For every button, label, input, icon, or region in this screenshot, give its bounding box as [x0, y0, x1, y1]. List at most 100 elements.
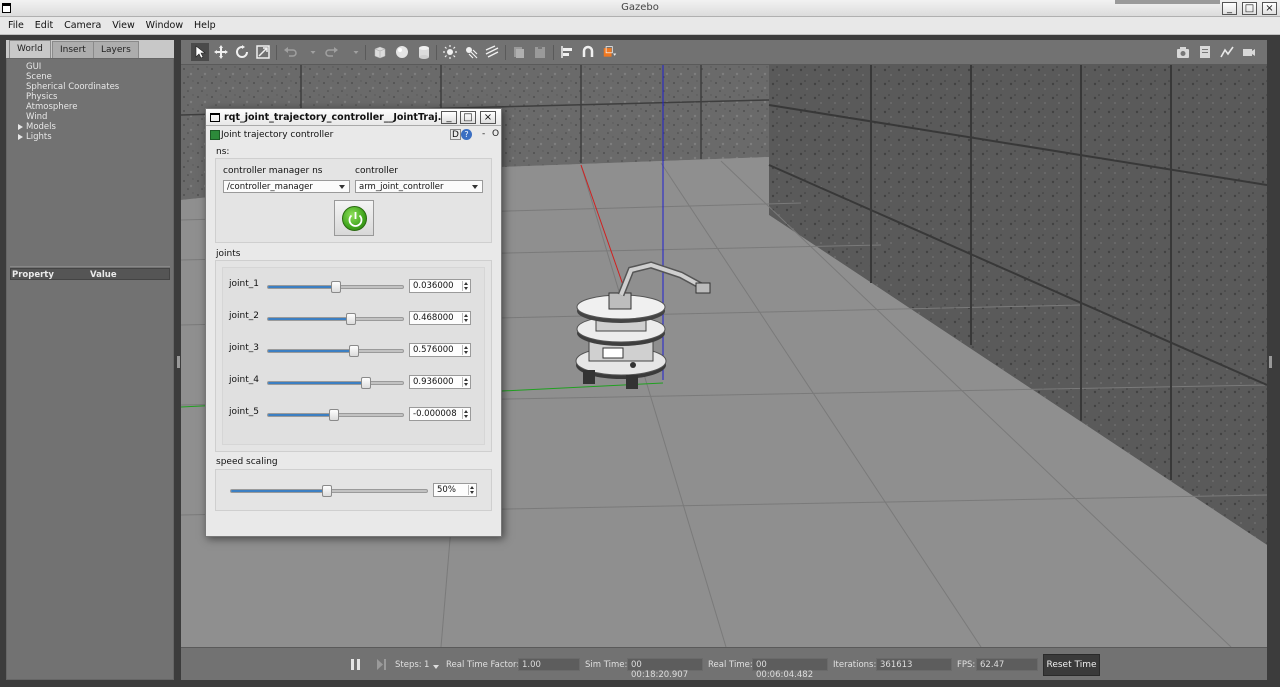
speed-spinbox[interactable]: 50% — [433, 483, 477, 497]
joint-spinbox[interactable]: 0.036000 — [409, 279, 471, 293]
color-icon[interactable] — [603, 45, 621, 59]
joint-spinbox[interactable]: 0.936000 — [409, 375, 471, 389]
toolbar-separator — [276, 45, 277, 60]
toolbar-separator — [365, 45, 366, 60]
joint-slider-handle[interactable] — [345, 313, 356, 325]
select-icon[interactable] — [191, 43, 209, 61]
pause-icon[interactable] — [351, 659, 360, 670]
menu-edit[interactable]: Edit — [35, 20, 53, 31]
dialog-title-bar[interactable]: rqt_joint_trajectory_controller__JointTr… — [206, 109, 501, 126]
minimize-button[interactable]: _ — [1222, 2, 1237, 15]
menu-window[interactable]: Window — [146, 20, 183, 31]
snap-icon[interactable] — [581, 45, 595, 59]
tab-insert[interactable]: Insert — [52, 41, 94, 58]
spin-arrows-icon[interactable] — [462, 377, 469, 387]
close-button[interactable]: × — [1262, 2, 1277, 15]
scale-icon[interactable] — [256, 45, 270, 59]
joint-slider[interactable] — [267, 281, 404, 293]
right-splitter-handle[interactable] — [1269, 356, 1272, 368]
speed-slider-handle[interactable] — [322, 485, 333, 497]
tree-item-lights[interactable]: Lights — [17, 132, 119, 142]
tree-item-atmosphere[interactable]: Atmosphere — [26, 102, 119, 112]
paste-icon[interactable] — [533, 45, 547, 59]
tree-item-wind[interactable]: Wind — [26, 112, 119, 122]
joint-slider[interactable] — [267, 313, 404, 325]
translate-icon[interactable] — [214, 45, 228, 59]
chevron-down-icon — [339, 185, 345, 189]
screenshot-icon[interactable] — [1176, 45, 1190, 59]
spin-arrows-icon[interactable] — [468, 485, 475, 495]
joint-value: -0.000008 — [413, 409, 457, 419]
title-bar: Gazebo _ □ × — [0, 0, 1280, 17]
joint-spinbox[interactable]: 0.468000 — [409, 311, 471, 325]
spotlight-icon[interactable] — [464, 45, 478, 59]
cylinder-icon[interactable] — [417, 45, 431, 59]
step-icon[interactable] — [377, 659, 387, 670]
dialog-maximize-button[interactable]: □ — [460, 111, 476, 124]
rtf-field: 1.00 — [518, 658, 580, 671]
tree-item-scene[interactable]: Scene — [26, 72, 119, 82]
pointlight-icon[interactable] — [443, 45, 457, 59]
plot-icon[interactable] — [1220, 45, 1234, 59]
spin-arrows-icon[interactable] — [462, 313, 469, 323]
tree-item-gui[interactable]: GUI — [26, 62, 119, 72]
dialog-close-button[interactable]: × — [480, 111, 496, 124]
tab-layers[interactable]: Layers — [93, 41, 139, 58]
reset-time-button[interactable]: Reset Time — [1043, 654, 1100, 676]
box-icon[interactable] — [373, 45, 387, 59]
steps-dropdown-icon[interactable] — [433, 663, 439, 669]
plugin-d-button[interactable]: D — [450, 129, 461, 140]
joint-label: joint_3 — [229, 343, 259, 353]
menu-file[interactable]: File — [8, 20, 24, 31]
joint-spinbox[interactable]: 0.576000 — [409, 343, 471, 357]
speed-slider[interactable] — [230, 485, 428, 497]
joint-spinbox[interactable]: -0.000008 — [409, 407, 471, 421]
cm-ns-value: /controller_manager — [227, 182, 313, 192]
joint-slider-handle[interactable] — [329, 409, 340, 421]
redo-dropdown-icon[interactable] — [349, 45, 359, 59]
dialog-minimize-button[interactable]: _ — [441, 111, 457, 124]
joint-slider[interactable] — [267, 377, 404, 389]
power-button[interactable] — [334, 200, 374, 236]
tree-item-models[interactable]: Models — [17, 122, 119, 132]
plugin-minimize-button[interactable]: - — [482, 129, 485, 139]
undo-dropdown-icon[interactable] — [306, 45, 316, 59]
joint-value: 0.936000 — [413, 377, 454, 387]
menu-help[interactable]: Help — [194, 20, 216, 31]
steps-value[interactable]: 1 — [424, 660, 429, 670]
rotate-icon[interactable] — [235, 45, 249, 59]
joint-slider-fill — [268, 350, 356, 352]
tree-item-spherical-coordinates[interactable]: Spherical Coordinates — [26, 82, 119, 92]
directionallight-icon[interactable] — [485, 45, 499, 59]
panel-splitter[interactable] — [10, 266, 170, 267]
joint-slider[interactable] — [267, 345, 404, 357]
help-icon[interactable]: ? — [461, 129, 472, 140]
spin-arrows-icon[interactable] — [462, 345, 469, 355]
left-splitter-handle[interactable] — [177, 356, 180, 368]
sphere-icon[interactable] — [395, 45, 409, 59]
joint-slider[interactable] — [267, 409, 404, 421]
undo-icon[interactable] — [283, 45, 297, 59]
plugin-close-button[interactable]: O — [492, 129, 499, 139]
log-icon[interactable] — [1198, 45, 1212, 59]
joint-slider-handle[interactable] — [330, 281, 341, 293]
spin-arrows-icon[interactable] — [462, 409, 469, 419]
copy-icon[interactable] — [512, 45, 526, 59]
align-icon[interactable] — [560, 45, 574, 59]
tab-world[interactable]: World — [9, 40, 51, 58]
redo-icon[interactable] — [325, 45, 339, 59]
tree-item-physics[interactable]: Physics — [26, 92, 119, 102]
video-icon[interactable] — [1242, 45, 1256, 59]
maximize-button[interactable]: □ — [1242, 2, 1257, 15]
cm-ns-label: controller manager ns — [223, 166, 323, 176]
speed-scaling-label: speed scaling — [216, 457, 278, 467]
menu-view[interactable]: View — [112, 20, 135, 31]
spin-arrows-icon[interactable] — [462, 281, 469, 291]
controller-select[interactable]: arm_joint_controller — [355, 180, 483, 193]
menu-camera[interactable]: Camera — [64, 20, 101, 31]
controller-label: controller — [355, 166, 398, 176]
joint-slider-handle[interactable] — [360, 377, 371, 389]
cm-ns-select[interactable]: /controller_manager — [223, 180, 350, 193]
fps-field: 62.47 — [976, 658, 1038, 671]
joint-slider-handle[interactable] — [349, 345, 360, 357]
